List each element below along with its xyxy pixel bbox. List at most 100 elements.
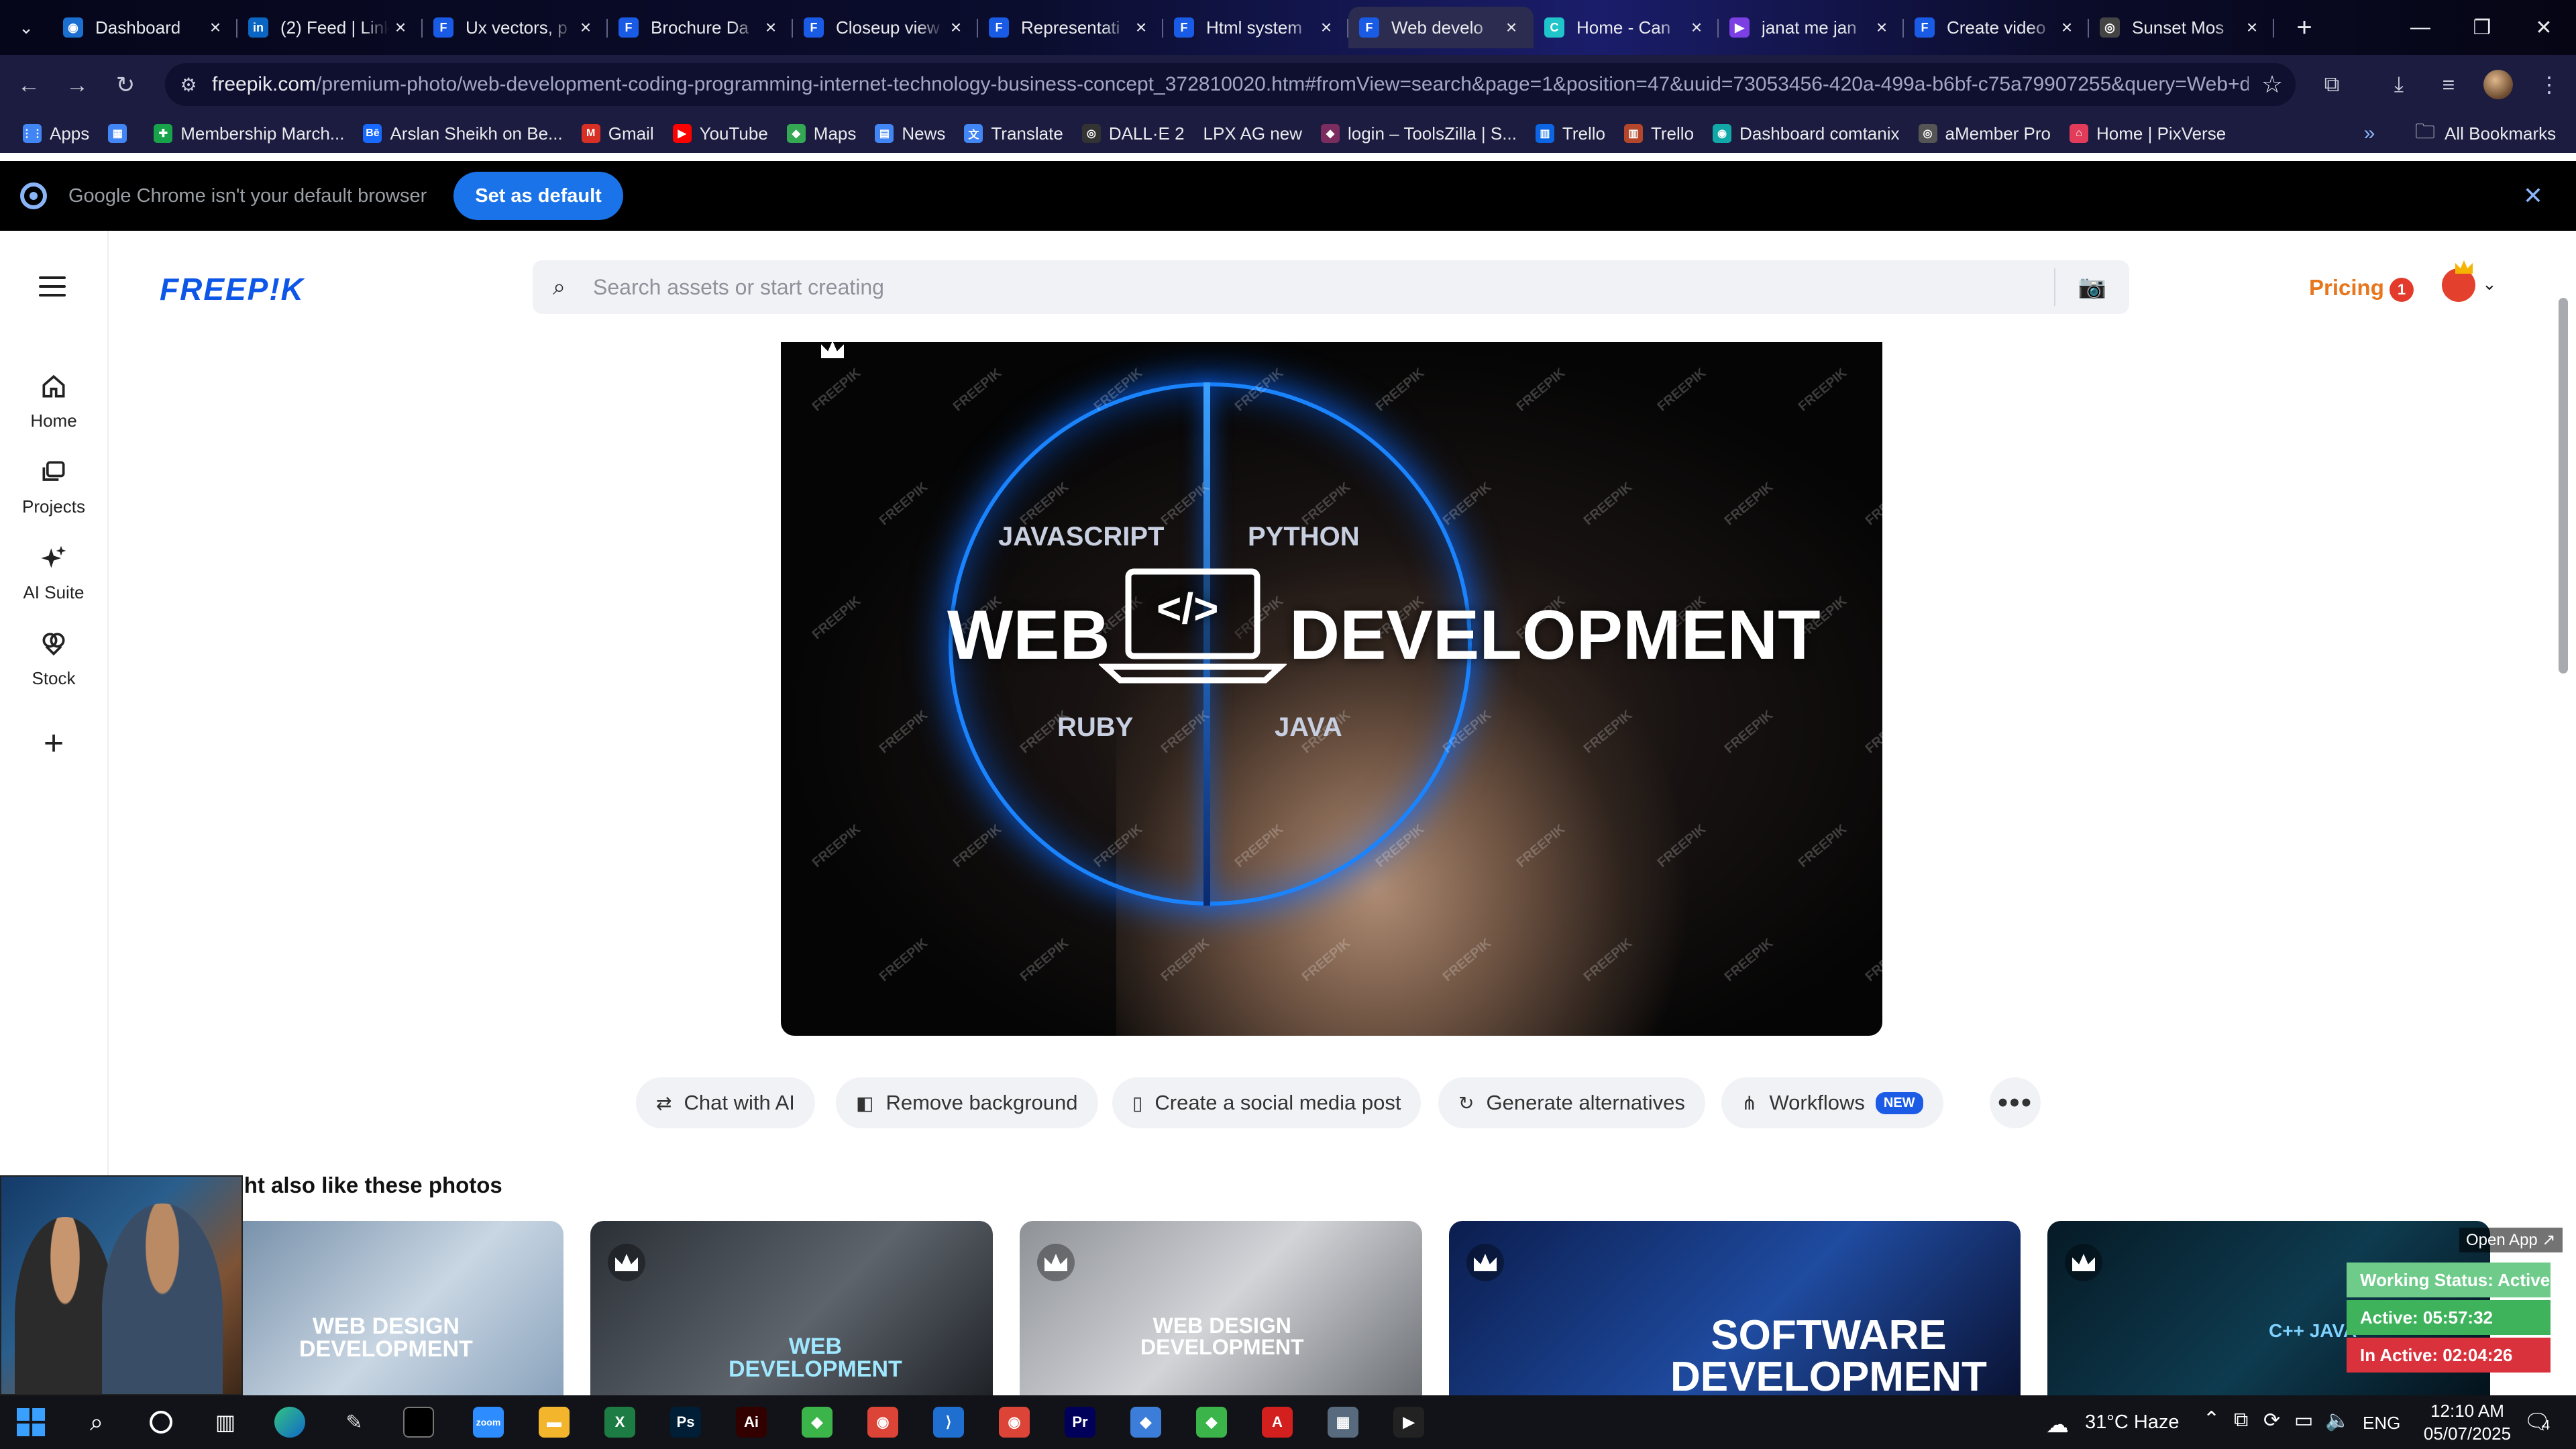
- bookmark-item[interactable]: ◎ aMember Pro: [1909, 118, 2061, 149]
- browser-tab[interactable]: F Representati ×: [978, 7, 1163, 48]
- bookmark-item[interactable]: ◎ DALL·E 2: [1073, 118, 1194, 149]
- minimize-icon[interactable]: —: [2390, 0, 2451, 55]
- bookmark-item[interactable]: ✚ Membership March...: [144, 118, 354, 149]
- camera-search-icon[interactable]: 📷: [2055, 274, 2129, 301]
- tab-close-icon[interactable]: ×: [759, 16, 782, 39]
- workflows-button[interactable]: ⋔ Workflows NEW: [1721, 1077, 1943, 1128]
- back-arrow-icon[interactable]: ←: [11, 67, 47, 103]
- site-info-icon[interactable]: ⚙: [165, 63, 212, 106]
- zoom-app[interactable]: zoom: [470, 1403, 507, 1441]
- tray-update-icon[interactable]: ⟳: [2263, 1409, 2280, 1432]
- excel-app[interactable]: X: [601, 1403, 639, 1441]
- file-explorer-app[interactable]: ▬: [535, 1403, 573, 1441]
- bookmark-item[interactable]: ▥ Trello: [1526, 118, 1615, 149]
- profile-avatar[interactable]: [2478, 64, 2518, 105]
- window-close-icon[interactable]: ✕: [2513, 0, 2575, 55]
- tab-close-icon[interactable]: ×: [574, 16, 597, 39]
- generate-alternatives-button[interactable]: ↻ Generate alternatives: [1438, 1077, 1705, 1128]
- bookmark-item[interactable]: Bē Arslan Sheikh on Be...: [354, 118, 572, 149]
- bookmark-item[interactable]: M Gmail: [572, 118, 663, 149]
- page-scrollbar[interactable]: [2559, 298, 2568, 674]
- browser-tab[interactable]: ▶ janat me jan ×: [1719, 7, 1904, 48]
- address-bar[interactable]: ⚙ freepik.com/premium-photo/web-developm…: [165, 63, 2296, 106]
- tab-search-chevron-icon[interactable]: ⌄: [9, 11, 43, 44]
- rail-item-projects[interactable]: Projects: [0, 458, 107, 517]
- bookmark-item[interactable]: ⌂ Home | PixVerse: [2060, 118, 2235, 149]
- chrome-app[interactable]: ◉: [864, 1403, 902, 1441]
- browser-tab[interactable]: in (2) Feed | LinkedIn×: [237, 7, 423, 48]
- language-indicator[interactable]: ENG: [2363, 1413, 2400, 1434]
- photoshop-app[interactable]: Ps: [667, 1403, 704, 1441]
- tray-app-icon[interactable]: ⧉: [2234, 1409, 2248, 1432]
- browser-tab[interactable]: F Brochure Da ×: [608, 7, 793, 48]
- browser-tab[interactable]: F Web develo ×: [1348, 7, 1534, 48]
- clock-time[interactable]: 12:10 AM: [2423, 1401, 2512, 1421]
- address-url[interactable]: freepik.com/premium-photo/web-developmen…: [212, 73, 2249, 96]
- terminal-app[interactable]: [400, 1403, 437, 1441]
- browser-tab[interactable]: F Ux vectors, p ×: [423, 7, 608, 48]
- volume-icon[interactable]: 🔈: [2325, 1409, 2350, 1432]
- hero-image[interactable]: FREEPIK FREEPIK FREEPIK FREEPIK FREEPIK FREEP…: [781, 342, 1882, 1036]
- media-control-icon[interactable]: ≡: [2428, 64, 2469, 105]
- browser-tab[interactable]: F Html system ×: [1163, 7, 1348, 48]
- bookmark-item[interactable]: ◆ Maps: [777, 118, 866, 149]
- clock-date[interactable]: 05/07/2025: [2423, 1424, 2512, 1444]
- tab-close-icon[interactable]: ×: [1130, 16, 1152, 39]
- browser-tab[interactable]: ◉ Dashboard ×: [52, 7, 237, 48]
- premiere-app[interactable]: Pr: [1061, 1403, 1099, 1441]
- new-tab-plus-icon[interactable]: +: [2288, 11, 2321, 44]
- chrome-menu-icon[interactable]: ⋮: [2529, 64, 2569, 105]
- bookmark-item[interactable]: ◉ Dashboard comtanix: [1703, 118, 1909, 149]
- infobar-close-icon[interactable]: ✕: [2517, 180, 2549, 212]
- related-photo-thumb[interactable]: WEB DESIGN DEVELOPMENT: [1020, 1221, 1422, 1395]
- user-menu-chevron-icon[interactable]: ⌄: [2482, 274, 2497, 294]
- rail-item-ai-suite[interactable]: AI Suite: [0, 543, 107, 603]
- bookmark-item[interactable]: 文 Translate: [955, 118, 1072, 149]
- cortana-icon[interactable]: [142, 1403, 180, 1441]
- bookmark-star-icon[interactable]: ☆: [2249, 63, 2296, 106]
- network-icon[interactable]: ▭: [2294, 1409, 2313, 1432]
- pricing-link[interactable]: Pricing: [2309, 275, 2384, 301]
- set-as-default-button[interactable]: Set as default: [453, 172, 623, 220]
- more-options-icon[interactable]: •••: [1990, 1077, 2041, 1128]
- notification-badge[interactable]: 1: [2390, 278, 2414, 302]
- windows-start-icon[interactable]: [12, 1403, 50, 1441]
- browser-tab[interactable]: F Create video ×: [1904, 7, 2089, 48]
- task-view-icon[interactable]: ▥: [207, 1403, 244, 1441]
- create-social-post-button[interactable]: ▯ Create a social media post: [1112, 1077, 1421, 1128]
- green-app-2[interactable]: ◆: [1193, 1403, 1230, 1441]
- related-photo-thumb[interactable]: WEB DEVELOPMENT: [590, 1221, 993, 1395]
- media-player-app[interactable]: ▶: [1390, 1403, 1428, 1441]
- all-bookmarks-button[interactable]: 🗀 All Bookmarks: [2415, 118, 2556, 149]
- more-bookmarks-chevron-icon[interactable]: »: [2355, 118, 2384, 149]
- downloads-icon[interactable]: ⤓: [2379, 64, 2419, 105]
- remove-background-button[interactable]: ◧ Remove background: [836, 1077, 1098, 1128]
- chrome-app-2[interactable]: ◉: [996, 1403, 1033, 1441]
- acrobat-app[interactable]: A: [1258, 1403, 1296, 1441]
- browser-tab[interactable]: ◎ Sunset Mos ×: [2089, 7, 2274, 48]
- tab-close-icon[interactable]: ×: [2055, 16, 2078, 39]
- illustrator-app[interactable]: Ai: [733, 1403, 770, 1441]
- calculator-app[interactable]: ▦: [1324, 1403, 1362, 1441]
- weather-text[interactable]: 31°C Haze: [2085, 1411, 2180, 1434]
- tab-close-icon[interactable]: ×: [1500, 16, 1523, 39]
- bookmark-item[interactable]: ▤ News: [865, 118, 955, 149]
- bookmark-item[interactable]: ◆ login – ToolsZilla | S...: [1311, 118, 1526, 149]
- browser-tab[interactable]: C Home - Can ×: [1534, 7, 1719, 48]
- hamburger-menu-icon[interactable]: [39, 276, 66, 297]
- browser-tab[interactable]: F Closeup view ×: [793, 7, 978, 48]
- bookmark-item[interactable]: ▥ Trello: [1615, 118, 1703, 149]
- tab-close-icon[interactable]: ×: [1870, 16, 1893, 39]
- vscode-app[interactable]: ⟩: [930, 1403, 967, 1441]
- bookmark-item[interactable]: ▦: [99, 118, 144, 149]
- search-input[interactable]: [593, 261, 2054, 313]
- freepik-logo[interactable]: FREEP!K: [160, 271, 305, 307]
- taskbar-search-icon[interactable]: ⌕: [78, 1403, 115, 1441]
- rail-item-stock[interactable]: Stock: [0, 629, 107, 689]
- related-photo-thumb[interactable]: SOFTWARE DEVELOPMENT: [1449, 1221, 2021, 1395]
- tab-close-icon[interactable]: ×: [2241, 16, 2263, 39]
- tab-close-icon[interactable]: ×: [389, 16, 412, 39]
- tab-close-icon[interactable]: ×: [1315, 16, 1338, 39]
- bookmark-item[interactable]: LPX AG new: [1194, 118, 1311, 149]
- tab-close-icon[interactable]: ×: [204, 16, 227, 39]
